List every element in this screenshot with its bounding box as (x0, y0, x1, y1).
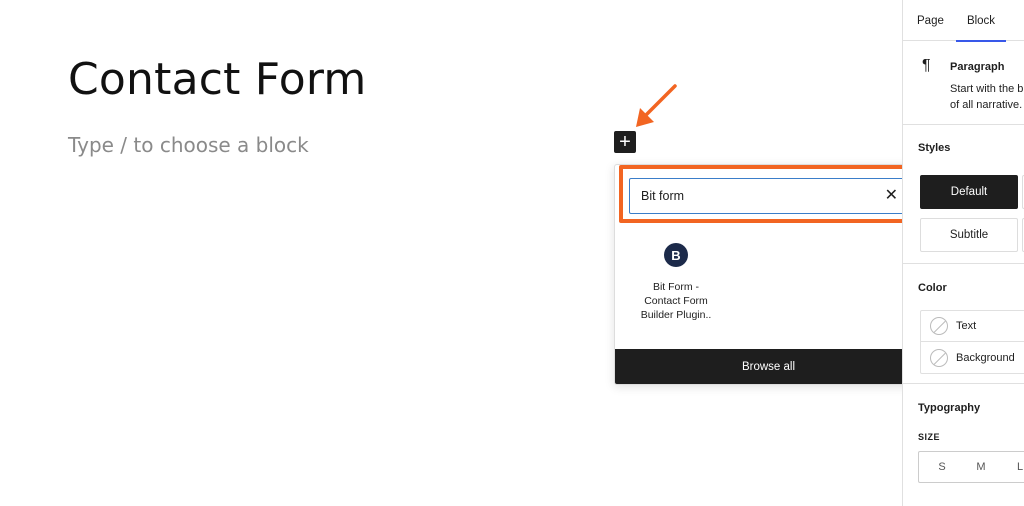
font-size-s-button[interactable]: S (929, 452, 955, 482)
color-panel-title: Color (918, 282, 947, 294)
block-card-description: Start with the b of all narrative. (950, 83, 1024, 111)
annotation-highlight-box (619, 165, 919, 223)
size-label: SIZE (918, 432, 941, 442)
annotation-arrow-icon (636, 84, 677, 127)
typography-panel: Typography SIZE S M L (903, 384, 1024, 504)
quick-inserter-popover: ✕ B Bit Form - Contact Form Builder Plug… (614, 164, 923, 385)
block-result-bit-form[interactable]: B Bit Form - Contact Form Builder Plugin… (637, 239, 715, 329)
color-panel: Color Text Background (903, 264, 1024, 384)
editor-canvas: Contact Form Type / to choose a block + … (0, 0, 923, 506)
block-card-title: Paragraph (950, 61, 1005, 73)
text-color-button[interactable]: Text (920, 310, 1024, 342)
paragraph-icon: ¶ (922, 57, 931, 74)
font-size-picker: S M L (918, 451, 1024, 483)
block-result-label: Bit Form - Contact Form Builder Plugin.. (640, 281, 712, 321)
settings-sidebar: Page Block ¶ Paragraph Start with the b … (902, 0, 1024, 506)
background-color-label: Background (956, 351, 1015, 364)
font-size-m-button[interactable]: M (968, 452, 994, 482)
sidebar-tabs: Page Block (903, 0, 1024, 42)
block-card: ¶ Paragraph Start with the b of all narr… (903, 41, 1024, 125)
styles-panel: Styles Default Subtitle (903, 125, 1024, 264)
background-color-button[interactable]: Background (920, 342, 1024, 374)
tab-block[interactable]: Block (956, 0, 1006, 42)
style-default-button[interactable]: Default (920, 175, 1018, 209)
text-color-label: Text (956, 320, 977, 332)
typography-panel-title: Typography (918, 402, 981, 414)
color-swatch-icon (930, 317, 948, 335)
color-swatch-icon (930, 348, 948, 367)
font-size-l-button[interactable]: L (1007, 452, 1024, 482)
browse-all-button[interactable]: Browse all (615, 349, 922, 384)
style-subtitle-button[interactable]: Subtitle (920, 218, 1018, 252)
bit-form-logo-icon: B (664, 243, 688, 267)
post-title[interactable]: Contact Form (68, 54, 366, 105)
block-placeholder[interactable]: Type / to choose a block (68, 133, 309, 157)
block-inserter-toggle-button[interactable]: + (614, 131, 636, 153)
styles-panel-title: Styles (918, 142, 951, 154)
tab-page[interactable]: Page (917, 0, 944, 41)
